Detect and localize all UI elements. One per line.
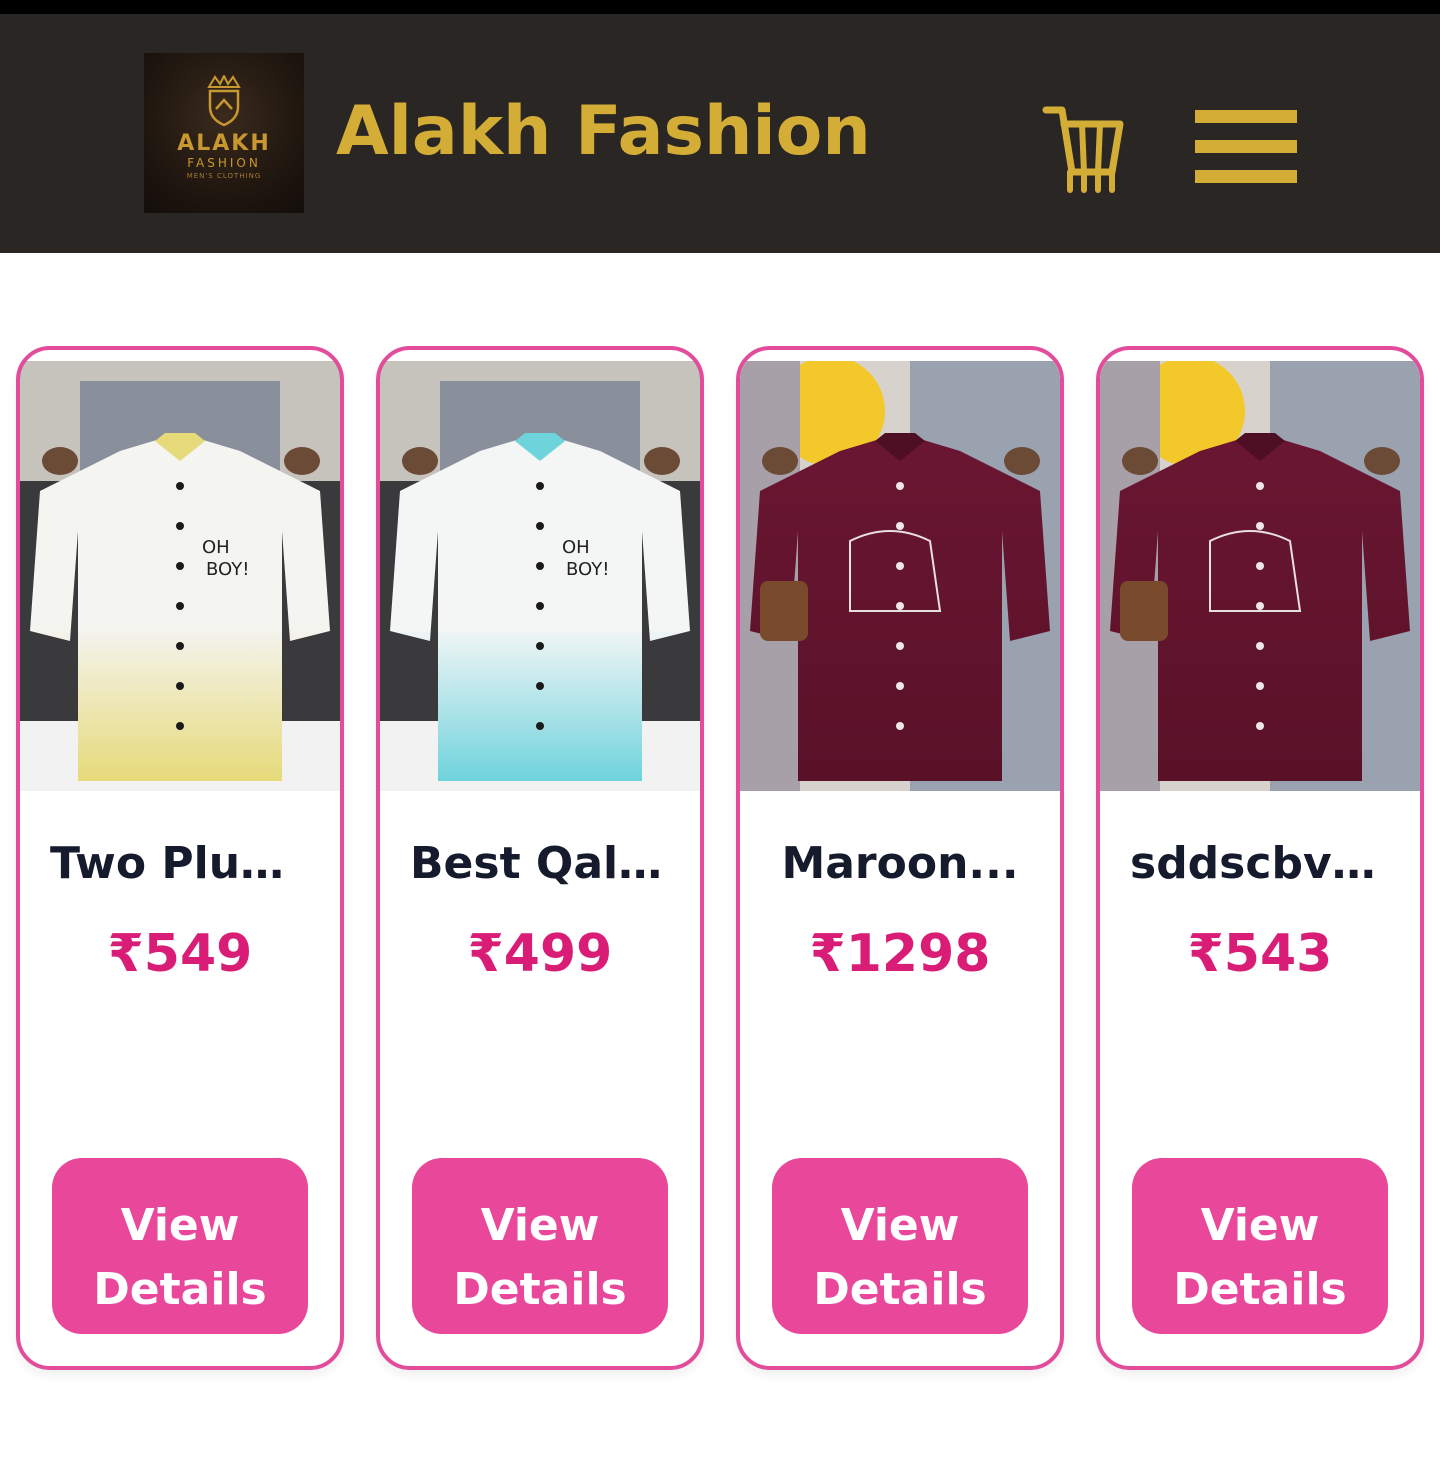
product-image[interactable]: OH BOY! [380, 361, 700, 791]
status-strip [0, 0, 1440, 14]
svg-text:OH: OH [202, 537, 230, 558]
product-card-1[interactable]: OH BOY! Two Plus... ₹549 View Details [16, 346, 344, 1370]
product-image[interactable]: OH BOY! [20, 361, 340, 791]
button-label-line2: Details [813, 1264, 987, 1315]
button-label-line1: View [120, 1200, 240, 1251]
logo-tagline: MEN'S CLOTHING [186, 172, 262, 181]
site-header: ALAKH FASHION MEN'S CLOTHING Alakh Fashi… [0, 14, 1440, 253]
product-title: Two Plus... [50, 838, 310, 889]
button-label-line2: Details [453, 1264, 627, 1315]
menu-bar [1195, 170, 1297, 183]
logo-subtitle: FASHION [187, 156, 261, 170]
product-image[interactable] [1100, 361, 1420, 791]
shirt-photo [1100, 361, 1420, 791]
product-title: Best Qalit... [410, 838, 670, 889]
product-price: ₹1298 [809, 924, 991, 984]
menu-bar [1195, 110, 1297, 123]
view-details-button[interactable]: View Details [52, 1158, 308, 1334]
hamburger-menu-icon[interactable] [1195, 110, 1297, 184]
menu-bar [1195, 140, 1297, 153]
button-label-line1: View [480, 1200, 600, 1251]
svg-text:OH: OH [562, 537, 590, 558]
product-price: ₹549 [107, 924, 253, 984]
product-grid: OH BOY! Two Plus... ₹549 View Details OH B… [0, 346, 1440, 1370]
product-image[interactable] [740, 361, 1060, 791]
button-label-line2: Details [93, 1264, 267, 1315]
view-details-button[interactable]: View Details [1132, 1158, 1388, 1334]
product-card-4[interactable]: sddscbvdcs ₹543 View Details [1096, 346, 1424, 1370]
product-title: Maroon... [781, 838, 1019, 889]
brand-logo[interactable]: ALAKH FASHION MEN'S CLOTHING [144, 53, 304, 213]
shirt-photo: OHBOY! [20, 361, 340, 791]
product-title: sddscbvdcs [1130, 838, 1390, 889]
button-label-line2: Details [1173, 1264, 1347, 1315]
product-card-3[interactable]: Maroon... ₹1298 View Details [736, 346, 1064, 1370]
logo-name: ALAKH [177, 131, 271, 156]
crown-shield-icon [207, 75, 241, 127]
shirt-photo: OHBOY! [380, 361, 700, 791]
product-card-2[interactable]: OHBOY! Best Qalit... ₹499 View Details [376, 346, 704, 1370]
cart-icon[interactable] [1042, 102, 1126, 194]
svg-text:BOY!: BOY! [566, 559, 609, 580]
view-details-button[interactable]: View Details [412, 1158, 668, 1334]
svg-text:BOY!: BOY! [206, 559, 249, 580]
button-label-line1: View [1200, 1200, 1320, 1251]
product-price: ₹499 [467, 924, 613, 984]
button-label-line1: View [840, 1200, 960, 1251]
product-price: ₹543 [1187, 924, 1333, 984]
shirt-photo [740, 361, 1060, 791]
brand-title[interactable]: Alakh Fashion [336, 92, 871, 172]
view-details-button[interactable]: View Details [772, 1158, 1028, 1334]
